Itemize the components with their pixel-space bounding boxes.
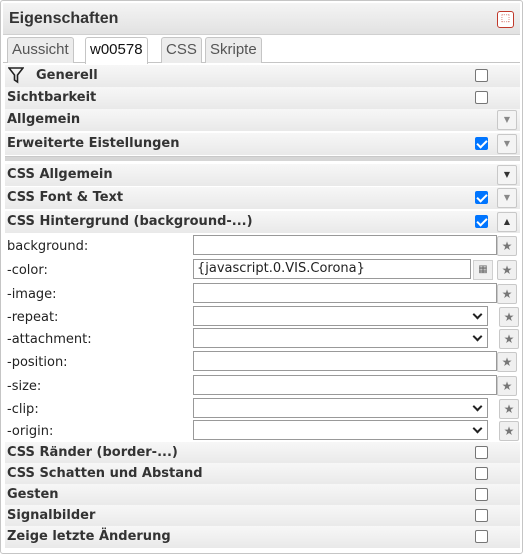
prop-background: background: ★ [5, 235, 520, 257]
group-allgemein[interactable]: Allgemein ▼ [5, 109, 520, 131]
clip-select[interactable] [193, 398, 488, 418]
binding-icon[interactable]: ▦ [473, 260, 493, 280]
prop-color: -color: {javascript.0.VIS.Corona} ▦ ★ [5, 259, 520, 281]
expand-icon[interactable]: ▼ [497, 165, 517, 185]
prop-label: -origin: [7, 424, 54, 439]
star-icon[interactable]: ★ [499, 421, 519, 441]
prop-clip: -clip: ★ [5, 398, 520, 420]
group-checkbox[interactable] [475, 215, 488, 228]
star-icon[interactable]: ★ [499, 329, 519, 349]
prop-label: background: [7, 239, 89, 254]
tab-aussicht[interactable]: Aussicht [7, 37, 74, 63]
group-label: CSS Allgemein [7, 167, 113, 182]
group-signalbilder[interactable]: Signalbilder [5, 505, 520, 527]
tab-skripte[interactable]: Skripte [205, 37, 262, 63]
star-icon[interactable]: ★ [499, 399, 519, 419]
group-sichtbarkeit[interactable]: Sichtbarkeit [5, 87, 520, 109]
group-css-hintergrund[interactable]: CSS Hintergrund (background-...) ▲ [5, 211, 520, 233]
size-input[interactable] [193, 375, 497, 395]
background-input[interactable] [193, 235, 497, 255]
prop-label: -image: [7, 287, 57, 302]
chevron-down-icon [472, 423, 483, 434]
prop-label: -clip: [7, 402, 39, 417]
expand-icon[interactable]: ▼ [497, 188, 517, 208]
group-checkbox[interactable] [475, 509, 488, 522]
group-erweiterte[interactable]: Erweiterte Eistellungen ▼ [5, 133, 520, 155]
group-checkbox[interactable] [475, 137, 488, 150]
prop-attachment: -attachment: ★ [5, 328, 520, 350]
group-checkbox[interactable] [475, 488, 488, 501]
attachment-select[interactable] [193, 328, 488, 348]
position-input[interactable] [193, 351, 497, 371]
group-checkbox[interactable] [475, 191, 488, 204]
group-letzte-aenderung[interactable]: Zeige letzte Änderung [5, 526, 520, 548]
prop-origin: -origin: ★ [5, 420, 520, 442]
group-label: CSS Hintergrund (background-...) [7, 214, 253, 229]
group-css-border[interactable]: CSS Ränder (border-...) [5, 442, 520, 464]
star-icon[interactable]: ★ [497, 376, 517, 396]
group-label: CSS Font & Text [7, 190, 124, 205]
tab-bar: Aussicht w00578 CSS Skripte [3, 35, 520, 64]
group-gesten[interactable]: Gesten [5, 484, 520, 506]
group-checkbox[interactable] [475, 446, 488, 459]
repeat-select[interactable] [193, 306, 488, 326]
group-label: Sichtbarkeit [7, 90, 97, 105]
prop-position: -position: ★ [5, 351, 520, 373]
tab-css[interactable]: CSS [161, 37, 202, 63]
star-icon[interactable]: ★ [499, 307, 519, 327]
group-checkbox[interactable] [475, 69, 488, 82]
group-checkbox[interactable] [475, 467, 488, 480]
star-icon[interactable]: ★ [497, 284, 517, 304]
group-label: Signalbilder [7, 508, 96, 523]
expand-icon[interactable]: ▼ [497, 110, 517, 130]
panel-title: Eigenschaften [9, 10, 119, 27]
group-generell[interactable]: Generell [5, 65, 520, 87]
expand-icon[interactable]: ▼ [497, 134, 517, 154]
group-label: CSS Ränder (border-...) [7, 445, 178, 460]
prop-size: -size: ★ [5, 375, 520, 397]
group-checkbox[interactable] [475, 91, 488, 104]
prop-label: -size: [7, 379, 42, 394]
section-divider [5, 156, 520, 161]
prop-image: -image: ★ [5, 283, 520, 305]
star-icon[interactable]: ★ [497, 260, 517, 280]
chevron-down-icon [472, 331, 483, 342]
group-label: Erweiterte Eistellungen [7, 136, 180, 151]
star-icon[interactable]: ★ [497, 236, 517, 256]
prop-label: -attachment: [7, 332, 92, 347]
group-label: Gesten [7, 487, 59, 502]
group-label: Allgemein [7, 112, 81, 127]
collapse-icon[interactable]: ▲ [497, 212, 517, 232]
panel-titlebar: Eigenschaften ⬚ [3, 3, 520, 35]
group-css-allgemein[interactable]: CSS Allgemein ▼ [5, 164, 520, 186]
group-label: Zeige letzte Änderung [7, 529, 171, 544]
group-label: Generell [36, 68, 98, 83]
group-css-font[interactable]: CSS Font & Text ▼ [5, 187, 520, 209]
tab-widget[interactable]: w00578 [85, 37, 148, 64]
collapse-icon[interactable]: ⬚ [497, 11, 514, 28]
prop-label: -position: [7, 355, 68, 370]
origin-select[interactable] [193, 420, 488, 440]
group-checkbox[interactable] [475, 530, 488, 543]
image-input[interactable] [193, 283, 497, 303]
prop-repeat: -repeat: ★ [5, 306, 520, 328]
color-input[interactable]: {javascript.0.VIS.Corona} [193, 259, 471, 279]
star-icon[interactable]: ★ [497, 352, 517, 372]
prop-label: -color: [7, 263, 48, 278]
chevron-down-icon [472, 309, 483, 320]
prop-label: -repeat: [7, 310, 59, 325]
properties-panel: Eigenschaften ⬚ Aussicht w00578 CSS Skri… [0, 0, 523, 554]
group-label: CSS Schatten und Abstand [7, 466, 203, 481]
filter-icon[interactable] [8, 67, 24, 84]
chevron-down-icon [472, 401, 483, 412]
group-css-shadow[interactable]: CSS Schatten und Abstand [5, 463, 520, 485]
